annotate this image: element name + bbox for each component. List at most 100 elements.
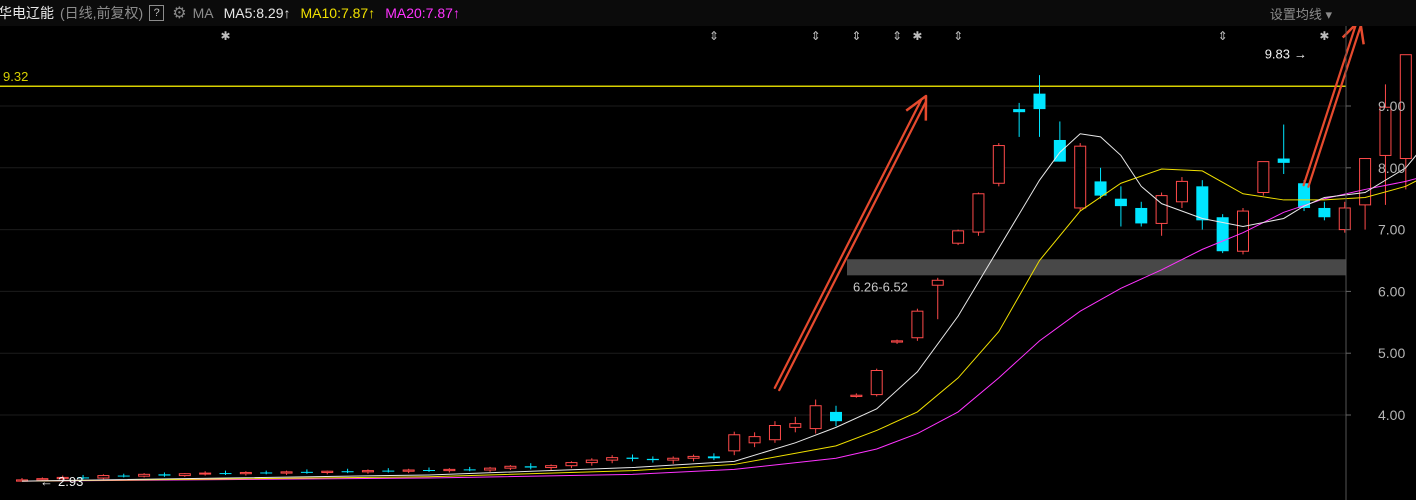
candle-body: [1257, 161, 1270, 194]
ma5-readout: MA5:8.29↑: [224, 5, 291, 21]
candle-down: [219, 470, 232, 475]
candle-body: [300, 471, 313, 473]
candle-body: [870, 370, 883, 396]
candle-body: [117, 475, 130, 477]
candle-up: [748, 432, 761, 448]
candle-body: [1013, 109, 1026, 113]
high-arrow-icon: →: [1294, 47, 1307, 62]
candle-body: [158, 474, 171, 476]
candle-body: [931, 279, 944, 286]
price-axis-label: 4.00: [1378, 407, 1405, 423]
candle-up: [280, 470, 293, 475]
candle-body: [707, 456, 720, 459]
candle-up: [931, 277, 944, 320]
chart-header: 华电辽能 (日线,前复权) ? ⚙ MA MA5:8.29↑ MA10:7.87…: [0, 0, 1416, 26]
candle-body: [992, 145, 1005, 184]
candle-body: [260, 472, 273, 474]
candle-up: [972, 192, 985, 236]
trend-arrow-first-rally: [773, 94, 928, 392]
gear-icon[interactable]: ⚙: [172, 3, 186, 23]
candle-up: [1074, 143, 1087, 212]
candle-down: [707, 453, 720, 461]
candle-up: [504, 465, 517, 471]
candle-body: [1338, 207, 1351, 231]
candle-up: [809, 399, 822, 434]
low-arrow-icon: ←: [40, 474, 53, 489]
candle-body: [1196, 186, 1209, 221]
high-price-label: 9.83: [1265, 47, 1290, 62]
candle-body: [545, 465, 558, 469]
candle-body: [667, 457, 680, 461]
candle-up: [361, 469, 374, 474]
candle-body: [1094, 181, 1107, 196]
event-markers: ✱ ⇕ ⇕ ⇕ ⇕ ✱ ⇕ ⇕ ✱: [220, 29, 1329, 43]
level-line-label: 9.32: [3, 69, 28, 84]
ma-settings-button[interactable]: 设置均线 ▾: [1270, 4, 1332, 23]
price-axis-label: 7.00: [1378, 222, 1405, 238]
candle-body: [585, 459, 598, 464]
candle-down: [1053, 121, 1066, 162]
candle-up: [1257, 161, 1270, 196]
candle-up: [952, 229, 965, 246]
candle-down: [423, 467, 435, 472]
candle-body: [850, 394, 863, 397]
candle-body: [768, 425, 781, 441]
candle-up: [443, 468, 456, 473]
candle-down: [830, 405, 842, 427]
arrow-shaft: [773, 99, 923, 389]
candle-body: [646, 458, 659, 461]
candlestick-chart[interactable]: 6.26-6.52 9.32 ✱ ⇕ ⇕ ⇕ ⇕ ✱ ⇕ ⇕ ✱ 9.83 → ← 2.93 4…: [0, 26, 1416, 500]
candle-body: [382, 470, 395, 472]
candle-down: [341, 468, 354, 474]
arrow-shaft: [1307, 26, 1362, 188]
candle-up: [585, 458, 598, 466]
candle-up: [402, 468, 415, 474]
event-updown-icon: ⇕: [1218, 29, 1228, 43]
candle-body: [138, 473, 151, 477]
price-axis-label: 9.00: [1378, 98, 1405, 114]
event-asterisk-icon: ✱: [912, 29, 922, 43]
candle-body: [178, 473, 191, 477]
event-updown-icon: ⇕: [953, 29, 963, 43]
candle-down: [1135, 201, 1148, 227]
candle-down: [300, 469, 313, 474]
candle-body: [504, 465, 517, 469]
candle-up: [992, 143, 1005, 187]
candle-body: [524, 466, 537, 468]
candle-up: [199, 471, 212, 476]
candle-down: [626, 454, 639, 462]
ma5-value: MA5:8.29: [223, 5, 284, 21]
candle-up: [484, 466, 497, 472]
ma20-arrow-icon: ↑: [452, 5, 460, 21]
candle-down: [1216, 214, 1229, 254]
candle-body: [1033, 93, 1046, 110]
candle-up: [667, 456, 680, 464]
candle-body: [443, 468, 456, 472]
event-asterisk-icon: ✱: [1319, 29, 1329, 43]
stock-name[interactable]: 华电辽能: [0, 3, 54, 23]
ma-indicator-label[interactable]: MA: [193, 5, 214, 21]
ma-settings-label: 设置均线: [1269, 7, 1322, 22]
candle-body: [830, 411, 842, 422]
candle-up: [1175, 177, 1188, 208]
candle-down: [463, 466, 476, 472]
candle-body: [1135, 207, 1148, 224]
candle-up: [850, 393, 863, 398]
candle-up: [891, 339, 904, 344]
candle-down: [646, 456, 659, 463]
candle-body: [402, 469, 415, 472]
candle-body: [219, 473, 232, 475]
adjust-mode-label[interactable]: (日线,前复权): [60, 3, 143, 23]
event-asterisk-icon: ✱: [220, 29, 230, 43]
candle-body: [423, 470, 435, 472]
arrow-shaft: [778, 101, 927, 392]
ma5-arrow-icon: ↑: [283, 5, 291, 21]
price-axis-label: 5.00: [1378, 345, 1405, 361]
candle-body: [1379, 106, 1392, 156]
help-icon[interactable]: ?: [149, 5, 165, 21]
candle-down: [260, 470, 273, 475]
chevron-down-icon: ▾: [1325, 7, 1332, 22]
candle-down: [1114, 186, 1127, 227]
price-axis: 4.00 5.00 6.00 7.00 8.00 9.00: [1346, 98, 1405, 423]
ma5-line: [21, 133, 1416, 482]
